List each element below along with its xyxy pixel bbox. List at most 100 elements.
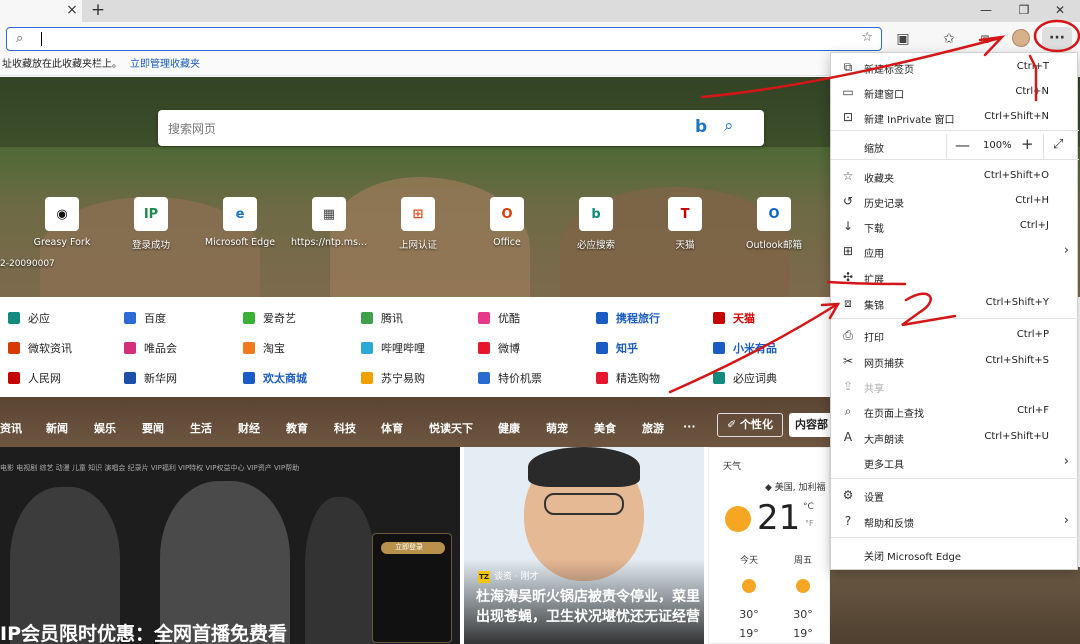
menu-read-aloud[interactable]: A 大声朗读 Ctrl+Shift+U [831,425,1079,450]
quick-link[interactable]: 精选购物 [596,370,660,386]
news-nav-item[interactable]: 资讯 [0,420,22,436]
card-title[interactable]: 杜海涛吴昕火锅店被责令停业，菜里出现苍蝇，卫生状况堪忧还无证经营 [476,587,700,627]
site-tile[interactable]: ◉ Greasy Fork [22,197,102,257]
news-nav-item[interactable]: 财经 [238,420,260,436]
news-nav-item[interactable]: 健康 [498,420,520,436]
settings-more-button[interactable]: ··· [1042,27,1072,51]
menu-downloads[interactable]: ↓ 下载 Ctrl+J [831,214,1079,239]
quick-link[interactable]: 特价机票 [478,370,542,386]
menu-help-feedback[interactable]: ? 帮助和反馈 › [831,509,1079,534]
manage-favorites-link[interactable]: 立即管理收藏夹 [130,59,200,70]
quick-link[interactable]: 苏宁易购 [361,370,425,386]
zoom-out-button[interactable]: — [955,136,970,154]
chevron-right-icon: › [1063,454,1069,469]
quick-link[interactable]: 欢太商城 [243,370,307,386]
menu-new-inprivate[interactable]: ⊡ 新建 InPrivate 窗口 Ctrl+Shift+N [831,105,1079,130]
news-nav-item[interactable]: 教育 [286,420,308,436]
settings-icon: ⚙ [842,488,854,502]
menu-item-shortcut: Ctrl+Shift+N [984,111,1049,122]
news-nav-item[interactable]: 科技 [334,420,356,436]
quick-link[interactable]: 微博 [478,340,520,356]
menu-history[interactable]: ↺ 历史记录 Ctrl+H [831,189,1079,214]
site-tile[interactable]: IP 登录成功 [111,197,191,257]
menu-apps[interactable]: ⊞ 应用 › [831,239,1079,264]
close-window-button[interactable]: ✕ [1047,1,1073,19]
app-icon[interactable]: ▣ [892,28,914,50]
bing-icon[interactable]: b [695,117,707,137]
news-nav-item[interactable]: 旅游 [642,420,664,436]
celsius-toggle[interactable]: °C [803,502,814,512]
menu-settings[interactable]: ⚙ 设置 [831,483,1079,508]
quick-link[interactable]: 百度 [124,310,166,326]
quick-link[interactable]: 腾讯 [361,310,403,326]
menu-close-edge[interactable]: 关闭 Microsoft Edge [831,542,1079,567]
quick-link[interactable]: 携程旅行 [596,310,660,326]
web-search-box[interactable]: 搜索网页 b ⌕ [158,110,764,146]
card-headline[interactable]: IP会员限时优惠：全网首播免费看 [0,619,287,644]
tab-current[interactable]: × [0,0,82,22]
site-tile[interactable]: O Office [467,197,547,257]
quick-link[interactable]: 新华网 [124,370,177,386]
news-card-duhaitao[interactable]: TZ 谈资 · 刚才 杜海涛吴昕火锅店被责令停业，菜里出现苍蝇，卫生状况堪忧还无证… [464,447,704,644]
quick-link[interactable]: 爱奇艺 [243,310,296,326]
quick-link[interactable]: 优酷 [478,310,520,326]
news-nav-item[interactable]: 体育 [381,420,403,436]
menu-find-on-page[interactable]: ⌕ 在页面上查找 Ctrl+F [831,399,1079,424]
quick-link-label: 新华网 [144,372,177,385]
menu-extensions[interactable]: ✣ 扩展 [831,265,1079,290]
quick-link[interactable]: 小米有品 [713,340,777,356]
news-nav-item[interactable]: 要闻 [142,420,164,436]
fahrenheit-toggle[interactable]: °F [805,519,814,528]
search-submit-icon[interactable]: ⌕ [724,116,734,136]
quick-link[interactable]: 人民网 [8,370,61,386]
news-nav-item[interactable]: ··· [683,420,696,433]
restore-button[interactable]: ❐ [1011,1,1037,19]
quick-link[interactable]: 必应词典 [713,370,777,386]
fullscreen-icon[interactable]: ⤢ [1053,137,1063,152]
news-nav-item[interactable]: 娱乐 [94,420,116,436]
menu-share[interactable]: ⇪ 共享 [831,374,1079,399]
quick-link[interactable]: 微软资讯 [8,340,72,356]
weather-location[interactable]: ◆ 美国, 加利福 [765,480,826,493]
tab-close-icon[interactable]: × [64,2,80,18]
news-nav-item[interactable]: 生活 [190,420,212,436]
quick-link[interactable]: 天猫 [713,310,755,326]
new-tab-button[interactable]: + [89,1,107,19]
news-nav-item[interactable]: 美食 [594,420,616,436]
news-nav-item[interactable]: 新闻 [46,420,68,436]
quick-link[interactable]: 必应 [8,310,50,326]
site-tile[interactable]: e Microsoft Edge [200,197,280,257]
site-tile[interactable]: ⊞ 上网认证 [378,197,458,257]
site-tile[interactable]: b 必应搜索 [556,197,636,257]
news-card-vip[interactable]: 电影 电视剧 综艺 动漫 儿童 知识 演唱会 纪录片 VIP福利 VIP特权 V… [0,447,460,644]
minimize-button[interactable]: — [973,1,999,19]
menu-collections[interactable]: ⧈ 集锦 Ctrl+Shift+Y [831,291,1079,316]
site-tile[interactable]: T 天猫 [645,197,725,257]
inprivate-icon: ⊡ [842,110,854,124]
quick-link-label: 优酷 [498,312,520,325]
menu-print[interactable]: ⎙ 打印 Ctrl+P [831,323,1079,348]
quick-link[interactable]: 唯品会 [124,340,177,356]
add-favorite-icon[interactable]: ☆ [861,30,873,45]
menu-new-window[interactable]: ▭ 新建窗口 Ctrl+N [831,80,1079,105]
personalize-button[interactable]: ✐ 个性化 [717,413,783,437]
quick-link[interactable]: 淘宝 [243,340,285,356]
address-bar[interactable]: ⌕ ☆ [6,27,882,51]
site-tile[interactable]: ▦ https://ntp.ms... [289,197,369,257]
collections-toolbar-icon[interactable]: ⧈ [974,28,996,50]
news-nav-item[interactable]: 萌宠 [546,420,568,436]
menu-new-tab[interactable]: ⧉ 新建标签页 Ctrl+T [831,55,1079,80]
site-tile[interactable]: O Outlook邮箱 [734,197,814,257]
menu-web-capture[interactable]: ✂ 网页捕获 Ctrl+Shift+S [831,349,1079,374]
quick-link-label: 必应 [28,312,50,325]
menu-more-tools[interactable]: 更多工具 › [831,450,1079,475]
zoom-in-button[interactable]: + [1021,135,1034,153]
news-nav-band: ✐ 个性化 内容部 资讯 新闻 娱乐 要闻 生活 财经 教育 科技 体育 悦读天下 健康 萌宠 美食 旅游… [0,397,839,447]
profile-avatar[interactable] [1012,29,1030,47]
weather-card[interactable]: 天气 ◆ 美国, 加利福 21 °C °F 今天30°19°周五30°19°周六… [708,447,921,644]
quick-link[interactable]: 哔哩哔哩 [361,340,425,356]
favorites-toolbar-icon[interactable]: ✩ [938,28,960,50]
menu-favorites[interactable]: ☆ 收藏夹 Ctrl+Shift+O [831,164,1079,189]
quick-link[interactable]: 知乎 [596,340,638,356]
news-nav-item[interactable]: 悦读天下 [429,420,473,436]
